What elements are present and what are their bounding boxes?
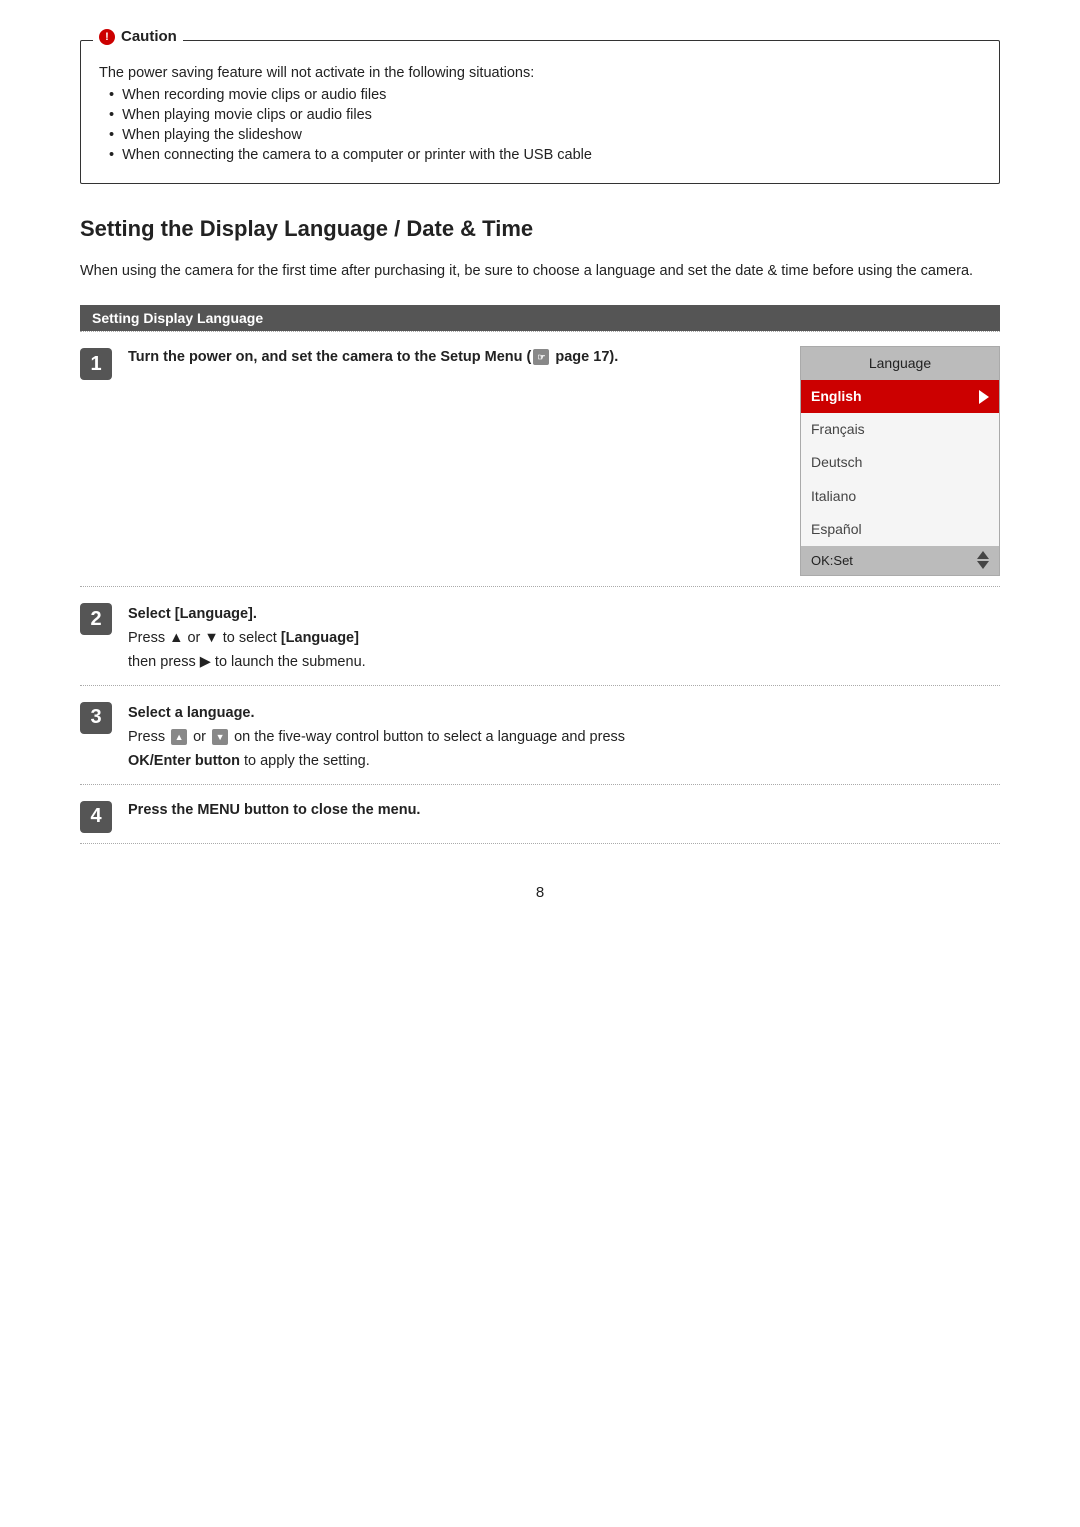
lang-menu-item-label: Español	[811, 518, 862, 541]
lang-menu-item-label: Deutsch	[811, 451, 862, 474]
lang-menu-item-deutsch[interactable]: Deutsch	[801, 446, 999, 479]
step-3-number: 3	[80, 702, 112, 734]
step-2-body: Press ▲ or ▼ to select [Language] then p…	[128, 627, 1000, 675]
lang-menu-item-label: Français	[811, 418, 865, 441]
caution-header: ! Caution	[93, 28, 183, 45]
step-4-title: Press the MENU button to close the menu.	[128, 799, 1000, 823]
step-2-bold: [Language]	[281, 630, 359, 646]
selected-arrow-icon	[979, 390, 989, 404]
up-icon: ▲	[171, 729, 187, 745]
lang-menu-item-italiano[interactable]: Italiano	[801, 480, 999, 513]
list-item: When recording movie clips or audio file…	[109, 87, 981, 103]
step-3-content: Select a language. Press ▲ or ▼ on the f…	[128, 702, 1000, 774]
lang-menu-item-espanol[interactable]: Español	[801, 513, 999, 546]
setting-bar: Setting Display Language	[80, 305, 1000, 331]
lang-menu: Language English Français Deutsch Ital	[800, 346, 1000, 576]
caution-title: Caution	[121, 28, 177, 45]
step-1-number: 1	[80, 348, 112, 380]
updown-icon	[977, 551, 989, 569]
step-3-row: 3 Select a language. Press ▲ or ▼ on the…	[80, 685, 1000, 784]
step-1-row: 1 Turn the power on, and set the camera …	[80, 331, 1000, 586]
lang-menu-footer-label: OK:Set	[811, 550, 853, 571]
section-title: Setting the Display Language / Date & Ti…	[80, 216, 1000, 242]
caution-icon: !	[99, 29, 115, 45]
step-1-icon: ☞	[533, 349, 549, 365]
lang-menu-item-francais[interactable]: Français	[801, 413, 999, 446]
lang-menu-header: Language	[801, 347, 999, 380]
step-2-content: Select [Language]. Press ▲ or ▼ to selec…	[128, 603, 1000, 675]
step-1-content: Turn the power on, and set the camera to…	[128, 346, 1000, 576]
step-4-number: 4	[80, 801, 112, 833]
step-4-row: 4 Press the MENU button to close the men…	[80, 784, 1000, 844]
lang-menu-item-label: English	[811, 385, 862, 408]
step-2-title: Select [Language].	[128, 603, 1000, 627]
list-item: When playing the slideshow	[109, 127, 981, 143]
tri-down-icon	[977, 561, 989, 569]
step-3-body: Press ▲ or ▼ on the five-way control but…	[128, 726, 1000, 774]
list-item: When connecting the camera to a computer…	[109, 147, 981, 163]
step-1-title-suffix: page 17).	[551, 349, 618, 365]
lang-menu-item-english[interactable]: English	[801, 380, 999, 413]
step-2-number: 2	[80, 603, 112, 635]
page-number: 8	[80, 884, 1000, 901]
section-intro: When using the camera for the first time…	[80, 260, 1000, 283]
step-2-row: 2 Select [Language]. Press ▲ or ▼ to sel…	[80, 586, 1000, 685]
caution-list: When recording movie clips or audio file…	[99, 87, 981, 163]
lang-menu-footer: OK:Set	[801, 546, 999, 575]
caution-intro: The power saving feature will not activa…	[99, 65, 981, 81]
caution-body: The power saving feature will not activa…	[99, 65, 981, 163]
list-item: When playing movie clips or audio files	[109, 107, 981, 123]
step-3-title: Select a language.	[128, 702, 1000, 726]
steps-area: 1 Turn the power on, and set the camera …	[80, 331, 1000, 844]
down-icon: ▼	[212, 729, 228, 745]
lang-menu-item-label: Italiano	[811, 485, 856, 508]
step-1-lang-menu: Language English Français Deutsch Ital	[800, 346, 1000, 576]
caution-box: ! Caution The power saving feature will …	[80, 40, 1000, 184]
step-1-left: Turn the power on, and set the camera to…	[128, 346, 776, 370]
step-1-title: Turn the power on, and set the camera to…	[128, 349, 531, 365]
step-3-ok-bold: OK/Enter button	[128, 753, 240, 769]
step-1-inner: Turn the power on, and set the camera to…	[128, 346, 1000, 576]
tri-up-icon	[977, 551, 989, 559]
step-4-content: Press the MENU button to close the menu.	[128, 799, 1000, 823]
